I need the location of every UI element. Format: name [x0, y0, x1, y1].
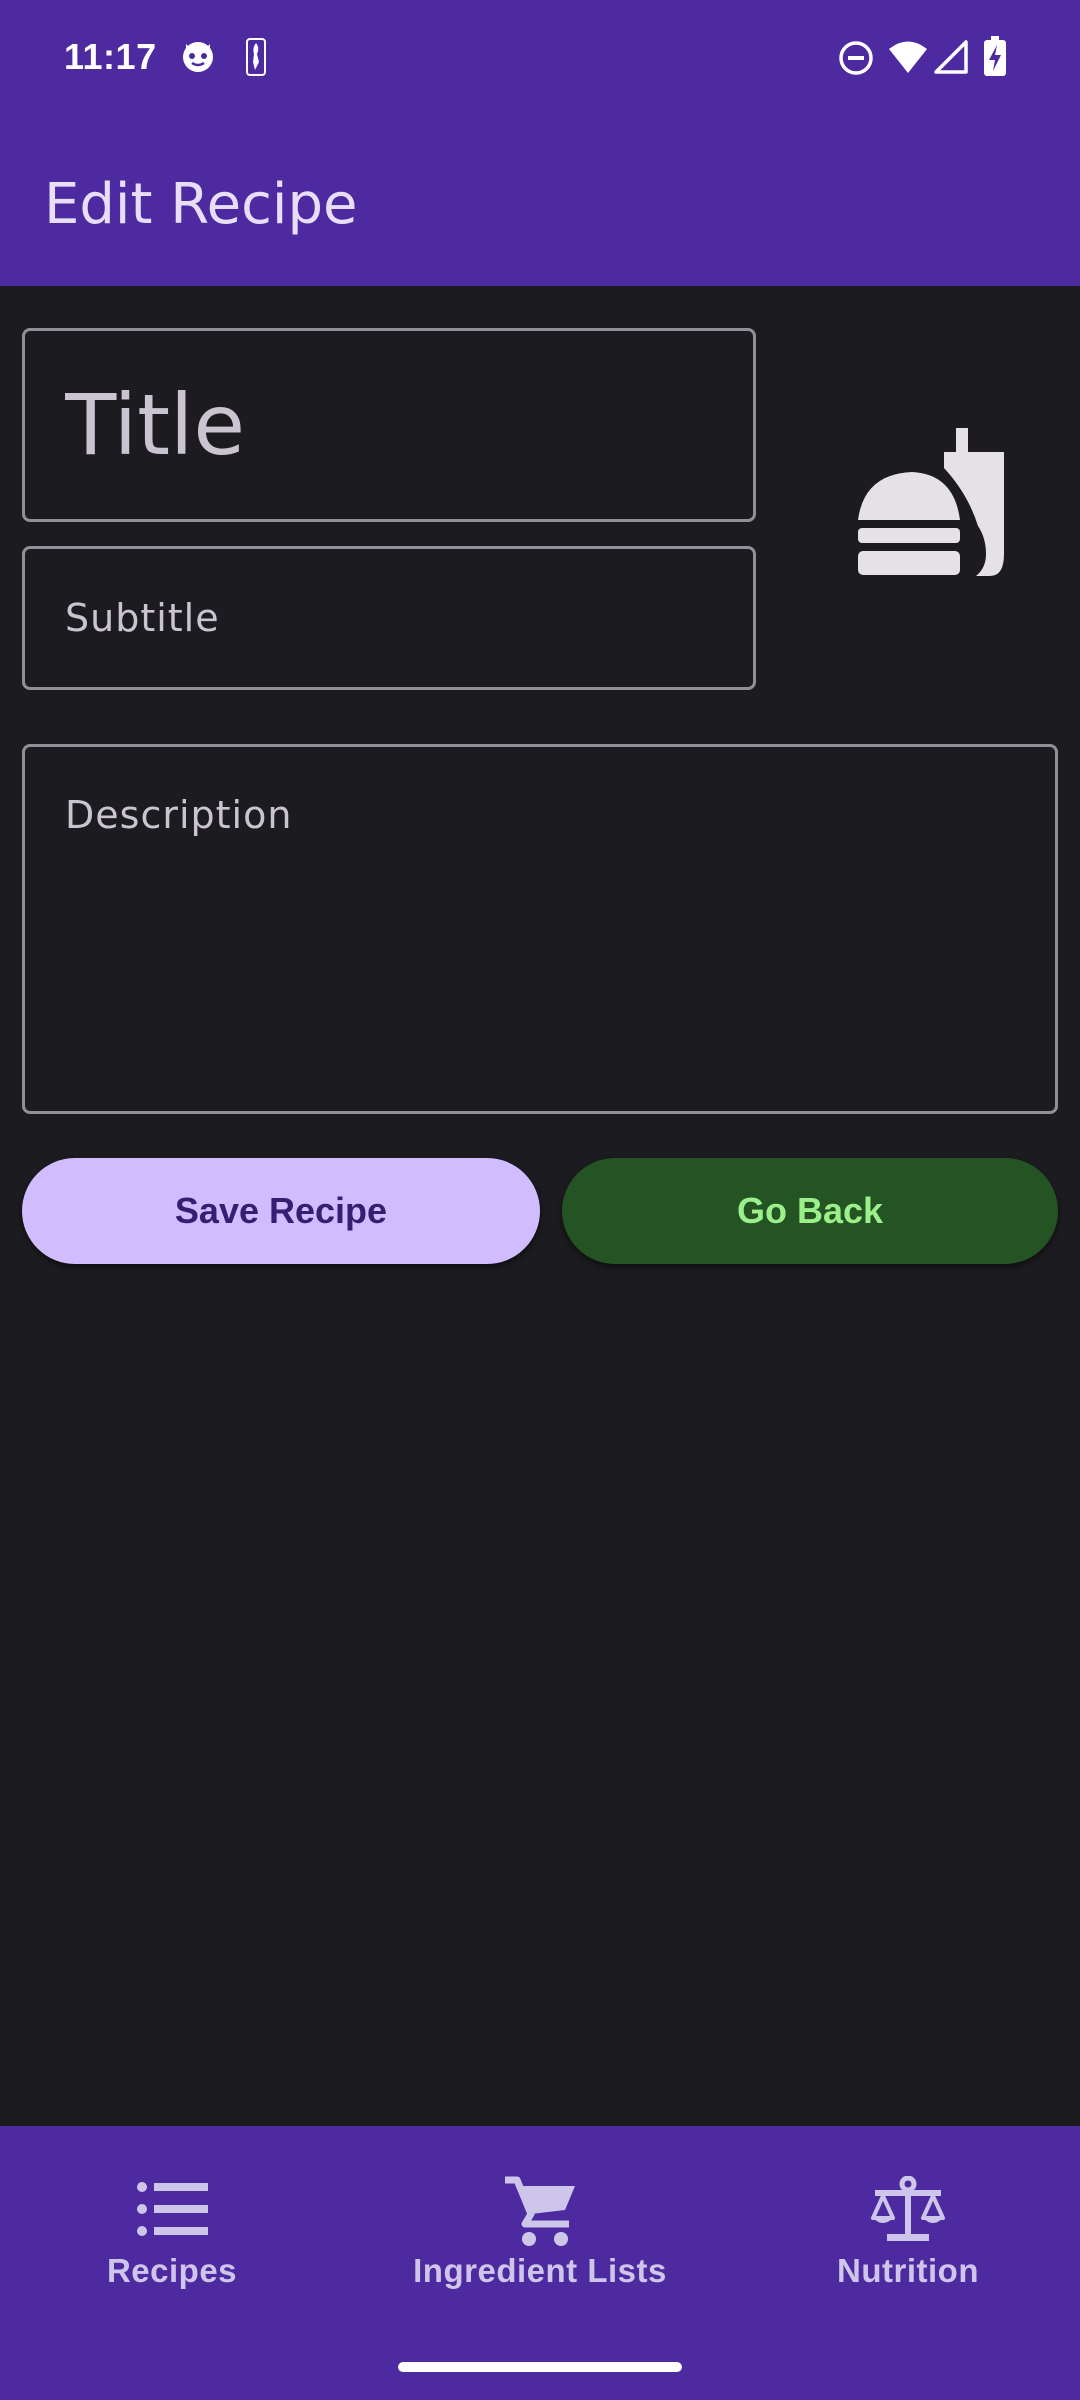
battery-charging-icon	[984, 36, 1006, 76]
title-field[interactable]	[22, 328, 756, 522]
title-input[interactable]	[25, 331, 753, 519]
app-bar: Edit Recipe	[0, 120, 1080, 286]
nav-label-recipes: Recipes	[106, 2252, 238, 2289]
save-recipe-button[interactable]: Save Recipe	[22, 1158, 540, 1264]
do-not-disturb-icon	[839, 41, 873, 75]
scale-icon	[871, 2176, 945, 2241]
fastfood-icon[interactable]	[850, 428, 1006, 578]
bottom-navigation: Recipes Ingredient Lists Nutrition	[0, 2126, 1080, 2400]
nav-item-ingredient-lists[interactable]: Ingredient Lists	[360, 2176, 720, 2336]
nav-label-nutrition: Nutrition	[837, 2252, 979, 2289]
subtitle-input[interactable]	[25, 549, 753, 687]
shopping-cart-icon	[505, 2176, 575, 2246]
status-bar: 11:17	[0, 0, 1080, 120]
nav-item-nutrition[interactable]: Nutrition	[728, 2176, 1080, 2336]
home-indicator[interactable]	[398, 2362, 682, 2372]
go-back-button[interactable]: Go Back	[562, 1158, 1058, 1264]
nav-label-ingredient-lists: Ingredient Lists	[413, 2252, 667, 2289]
cell-signal-icon	[934, 40, 968, 74]
page-title: Edit Recipe	[44, 172, 358, 237]
nba-logo-icon	[246, 38, 266, 76]
description-input[interactable]	[25, 747, 1055, 1111]
status-time: 11:17	[64, 36, 157, 77]
nav-item-recipes[interactable]: Recipes	[0, 2180, 352, 2340]
list-icon	[137, 2182, 208, 2236]
cat-face-icon	[183, 42, 213, 72]
subtitle-field[interactable]	[22, 546, 756, 690]
wifi-icon	[889, 41, 927, 73]
description-field[interactable]	[22, 744, 1058, 1114]
